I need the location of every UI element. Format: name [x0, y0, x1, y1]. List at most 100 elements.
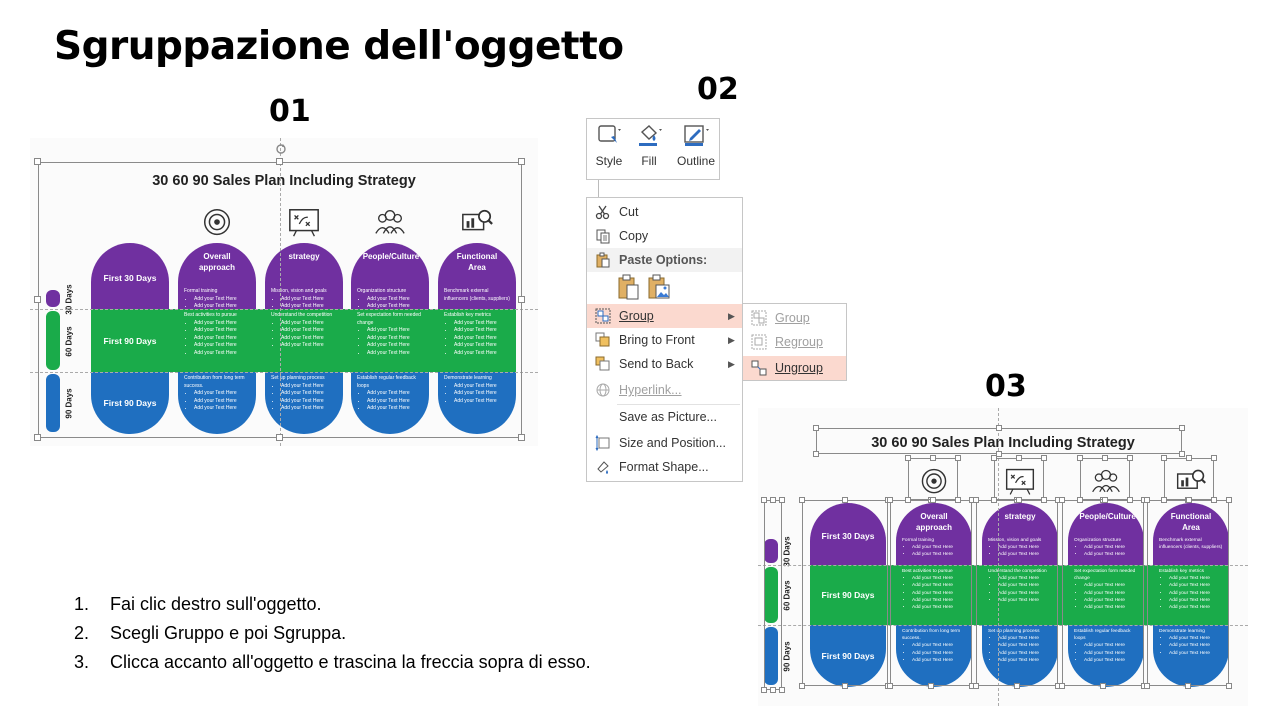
resize-handle[interactable] [799, 497, 805, 503]
shape-selection-box[interactable] [764, 500, 782, 690]
resize-handle[interactable] [34, 434, 41, 441]
step-number-2: 02 [697, 72, 739, 107]
shape-selection-box[interactable] [802, 500, 888, 686]
resize-handle[interactable] [761, 497, 767, 503]
menu-item-format-shape[interactable]: Format Shape... [587, 455, 742, 479]
shape-selection-box[interactable] [1062, 500, 1144, 686]
resize-handle[interactable] [34, 158, 41, 165]
resize-handle[interactable] [1226, 497, 1232, 503]
resize-handle[interactable] [1016, 497, 1022, 503]
resize-handle[interactable] [1077, 455, 1083, 461]
resize-handle[interactable] [1144, 497, 1150, 503]
submenu-arrow-icon: ▶ [728, 358, 735, 369]
resize-handle[interactable] [1161, 497, 1167, 503]
resize-handle[interactable] [1077, 497, 1083, 503]
resize-handle[interactable] [770, 687, 776, 693]
resize-handle[interactable] [813, 425, 819, 431]
resize-handle[interactable] [1185, 683, 1191, 689]
menu-item-cut[interactable]: Cut [587, 200, 742, 224]
fill-button[interactable]: Fill [629, 123, 669, 168]
resize-handle[interactable] [1059, 497, 1065, 503]
submenu-item-regroup[interactable]: Regroup [743, 330, 846, 354]
resize-handle[interactable] [1041, 455, 1047, 461]
resize-handle[interactable] [955, 497, 961, 503]
ungrouped-slide-thumbnail[interactable]: 30 60 90 Sales Plan Including Strategy 30… [758, 408, 1248, 706]
resize-handle[interactable] [842, 497, 848, 503]
resize-handle[interactable] [1179, 425, 1185, 431]
menu-item-bring-to-front[interactable]: Bring to Front ▶ [587, 328, 742, 352]
menu-heading-paste-options: Paste Options: [587, 248, 742, 272]
resize-handle[interactable] [1102, 455, 1108, 461]
resize-handle[interactable] [973, 497, 979, 503]
resize-handle[interactable] [1102, 497, 1108, 503]
submenu-item-ungroup[interactable]: Ungroup [743, 356, 846, 380]
resize-handle[interactable] [991, 455, 997, 461]
page-title: Sgruppazione dell'oggetto [54, 24, 624, 69]
paste-as-picture-button[interactable] [647, 274, 671, 305]
resize-handle[interactable] [991, 497, 997, 503]
paste-keep-formatting-button[interactable] [617, 274, 641, 305]
resize-handle[interactable] [1041, 497, 1047, 503]
resize-handle[interactable] [1144, 683, 1150, 689]
resize-handle[interactable] [813, 451, 819, 457]
shape-selection-box[interactable] [908, 458, 958, 500]
resize-handle[interactable] [905, 455, 911, 461]
resize-handle[interactable] [1186, 497, 1192, 503]
resize-handle[interactable] [1161, 455, 1167, 461]
shape-selection-box[interactable] [1164, 458, 1214, 500]
resize-handle[interactable] [761, 687, 767, 693]
resize-handle[interactable] [905, 497, 911, 503]
resize-handle[interactable] [887, 683, 893, 689]
paint-bucket-icon [639, 125, 662, 146]
resize-handle[interactable] [1059, 683, 1065, 689]
group-selection-box[interactable] [38, 162, 522, 438]
resize-handle[interactable] [1100, 683, 1106, 689]
outline-button[interactable]: Outline [673, 123, 719, 168]
shape-format-ribbon: Style Fill Outline [586, 118, 720, 180]
resize-handle[interactable] [1127, 497, 1133, 503]
resize-handle[interactable] [1211, 455, 1217, 461]
instruction-step: 2. Scegli Gruppo e poi Sgruppa. [74, 623, 347, 643]
resize-handle[interactable] [1016, 455, 1022, 461]
resize-handle[interactable] [518, 434, 525, 441]
resize-handle[interactable] [1127, 455, 1133, 461]
rotate-handle-icon[interactable] [275, 142, 287, 160]
shape-selection-box[interactable] [976, 500, 1058, 686]
menu-item-send-to-back[interactable]: Send to Back ▶ [587, 352, 742, 376]
menu-item-group[interactable]: Group ▶ [587, 304, 742, 328]
style-button[interactable]: Style [589, 123, 629, 168]
resize-handle[interactable] [1014, 683, 1020, 689]
resize-handle[interactable] [996, 425, 1002, 431]
menu-item-size-and-position[interactable]: Size and Position... [587, 431, 742, 455]
resize-handle[interactable] [1179, 451, 1185, 457]
resize-handle[interactable] [779, 687, 785, 693]
hyperlink-icon [596, 383, 610, 397]
submenu-item-group[interactable]: Group [743, 306, 846, 330]
grouped-slide-thumbnail[interactable]: 30 60 90 Sales Plan Including Strategy 30… [30, 138, 538, 446]
resize-handle[interactable] [276, 434, 283, 441]
resize-handle[interactable] [887, 497, 893, 503]
resize-handle[interactable] [928, 683, 934, 689]
menu-item-save-as-picture[interactable]: Save as Picture... [587, 405, 742, 429]
resize-handle[interactable] [1186, 455, 1192, 461]
menu-item-copy[interactable]: Copy [587, 224, 742, 248]
resize-handle[interactable] [518, 296, 525, 303]
resize-handle[interactable] [770, 497, 776, 503]
shape-selection-box[interactable] [1147, 500, 1229, 686]
resize-handle[interactable] [1226, 683, 1232, 689]
scissors-icon [595, 205, 610, 220]
resize-handle[interactable] [842, 683, 848, 689]
resize-handle[interactable] [973, 683, 979, 689]
resize-handle[interactable] [518, 158, 525, 165]
shape-selection-box[interactable] [994, 458, 1044, 500]
resize-handle[interactable] [799, 683, 805, 689]
shape-selection-box[interactable] [1080, 458, 1130, 500]
resize-handle[interactable] [779, 497, 785, 503]
resize-handle[interactable] [1211, 497, 1217, 503]
shape-selection-box[interactable] [890, 500, 972, 686]
resize-handle[interactable] [34, 296, 41, 303]
resize-handle[interactable] [955, 455, 961, 461]
resize-handle[interactable] [930, 497, 936, 503]
resize-handle[interactable] [930, 455, 936, 461]
menu-item-hyperlink[interactable]: Hyperlink... [587, 378, 742, 402]
